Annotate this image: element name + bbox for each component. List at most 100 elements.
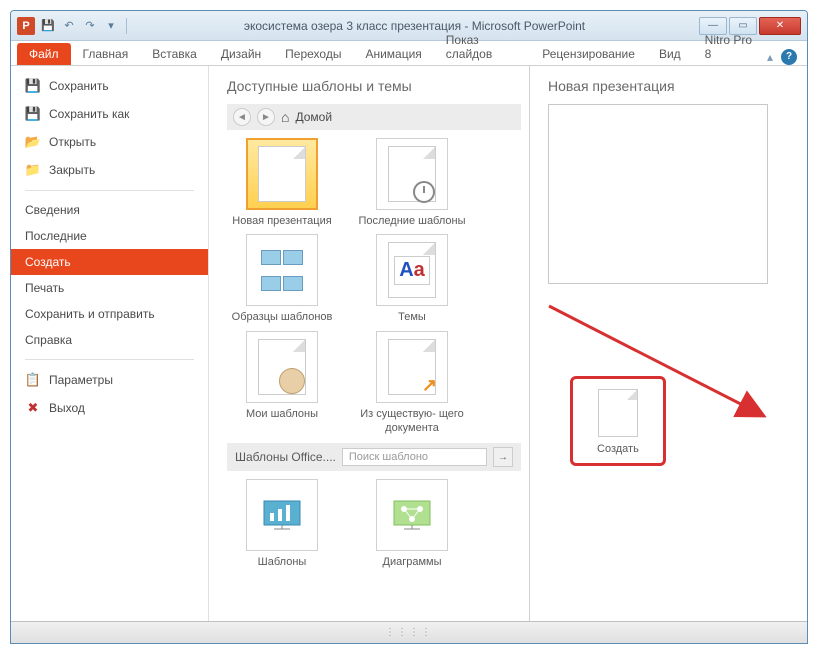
charts-template-icon	[246, 479, 318, 551]
sidebar-item-label: Сведения	[25, 203, 80, 217]
exit-icon: ✖	[25, 400, 41, 416]
title-bar[interactable]: P 💾 ↶ ↷ ▾ экосистема озера 3 класс презе…	[11, 11, 807, 41]
sidebar-item-label: Сохранить как	[49, 107, 129, 121]
template-samples[interactable]: Образцы шаблонов	[227, 234, 337, 324]
sidebar-item-print[interactable]: Печать	[11, 275, 208, 301]
nav-forward-button[interactable]: ►	[257, 108, 275, 126]
sidebar-item-share[interactable]: Сохранить и отправить	[11, 301, 208, 327]
ribbon-minimize-icon[interactable]: ▴	[767, 50, 773, 64]
sidebar-item-label: Печать	[25, 281, 64, 295]
resize-grip-icon[interactable]: ⋮⋮⋮⋮	[385, 627, 433, 638]
office-template-grid: Шаблоны Диаграммы	[227, 479, 521, 569]
save-icon[interactable]: 💾	[39, 17, 57, 35]
sidebar-item-label: Открыть	[49, 135, 96, 149]
powerpoint-window: P 💾 ↶ ↷ ▾ экосистема озера 3 класс презе…	[10, 10, 808, 644]
sidebar-item-saveas[interactable]: 💾 Сохранить как	[11, 100, 208, 128]
tab-nitro[interactable]: Nitro Pro 8	[693, 29, 767, 65]
office-templates-section: Шаблоны Office.... Поиск шаблоно →	[227, 443, 521, 471]
templates-heading: Доступные шаблоны и темы	[227, 78, 521, 94]
template-recent[interactable]: Последние шаблоны	[357, 138, 467, 228]
template-label: Диаграммы	[357, 555, 467, 569]
template-label: Мои шаблоны	[227, 407, 337, 421]
template-blank[interactable]: Новая презентация	[227, 138, 337, 228]
close-file-icon: 📁	[25, 162, 41, 178]
template-label: Шаблоны	[227, 555, 337, 569]
sidebar-item-save[interactable]: 💾 Сохранить	[11, 72, 208, 100]
sidebar-item-options[interactable]: 📋 Параметры	[11, 366, 208, 394]
tab-transitions[interactable]: Переходы	[273, 43, 353, 65]
tab-review[interactable]: Рецензирование	[530, 43, 647, 65]
from-existing-icon: ↗	[376, 331, 448, 403]
options-icon: 📋	[25, 372, 41, 388]
sidebar-item-exit[interactable]: ✖ Выход	[11, 394, 208, 422]
sidebar-item-help[interactable]: Справка	[11, 327, 208, 353]
template-search-input[interactable]: Поиск шаблоно	[342, 448, 487, 466]
tab-home[interactable]: Главная	[71, 43, 141, 65]
template-label: Из существую- щего документа	[357, 407, 467, 436]
sidebar-item-open[interactable]: 📂 Открыть	[11, 128, 208, 156]
sidebar-item-recent[interactable]: Последние	[11, 223, 208, 249]
sidebar-item-info[interactable]: Сведения	[11, 197, 208, 223]
tab-animation[interactable]: Анимация	[353, 43, 433, 65]
sidebar-item-label: Сохранить	[49, 79, 109, 93]
create-button-highlight: Создать	[570, 376, 666, 466]
tab-file[interactable]: Файл	[17, 43, 71, 65]
ribbon-tabs: Файл Главная Вставка Дизайн Переходы Ани…	[11, 41, 807, 66]
recent-templates-icon	[376, 138, 448, 210]
create-button[interactable]: Создать	[597, 389, 639, 455]
sidebar-item-label: Закрыть	[49, 163, 95, 177]
quick-access-toolbar: 💾 ↶ ↷ ▾	[39, 17, 130, 35]
sidebar-item-label: Создать	[25, 255, 71, 269]
sidebar-item-label: Выход	[49, 401, 85, 415]
templates-panel[interactable]: Доступные шаблоны и темы ◄ ► ⌂ Домой Нов…	[209, 66, 529, 621]
save-icon: 💾	[25, 78, 41, 94]
qat-dropdown-icon[interactable]: ▾	[102, 17, 120, 35]
tab-insert[interactable]: Вставка	[140, 43, 209, 65]
preview-panel: Новая презентация Создать	[529, 66, 807, 621]
status-bar: ⋮⋮⋮⋮	[11, 621, 807, 643]
template-label: Образцы шаблонов	[227, 310, 337, 324]
powerpoint-logo-icon: P	[17, 17, 35, 35]
template-nav-bar: ◄ ► ⌂ Домой	[227, 104, 521, 130]
preview-thumbnail	[548, 104, 768, 284]
sidebar-item-close[interactable]: 📁 Закрыть	[11, 156, 208, 184]
nav-back-button[interactable]: ◄	[233, 108, 251, 126]
template-label: Последние шаблоны	[357, 214, 467, 228]
template-existing[interactable]: ↗ Из существую- щего документа	[357, 331, 467, 436]
diagrams-template-icon	[376, 479, 448, 551]
template-label: Темы	[357, 310, 467, 324]
sidebar-item-label: Сохранить и отправить	[25, 307, 155, 321]
undo-icon[interactable]: ↶	[60, 17, 78, 35]
sample-templates-icon	[246, 234, 318, 306]
home-icon[interactable]: ⌂	[281, 109, 289, 125]
blank-presentation-icon	[246, 138, 318, 210]
template-charts[interactable]: Шаблоны	[227, 479, 337, 569]
sidebar-item-new[interactable]: Создать	[11, 249, 208, 275]
backstage-main: Доступные шаблоны и темы ◄ ► ⌂ Домой Нов…	[209, 66, 807, 621]
help-icon[interactable]: ?	[781, 49, 797, 65]
sidebar-item-label: Справка	[25, 333, 72, 347]
template-themes[interactable]: Aa Темы	[357, 234, 467, 324]
template-my[interactable]: Мои шаблоны	[227, 331, 337, 436]
themes-icon: Aa	[376, 234, 448, 306]
open-folder-icon: 📂	[25, 134, 41, 150]
template-label: Новая презентация	[227, 214, 337, 228]
tab-view[interactable]: Вид	[647, 43, 693, 65]
tab-design[interactable]: Дизайн	[209, 43, 273, 65]
sidebar-item-label: Параметры	[49, 373, 113, 387]
backstage-view: 💾 Сохранить 💾 Сохранить как 📂 Открыть 📁 …	[11, 66, 807, 621]
window-title: экосистема озера 3 класс презентация - M…	[130, 19, 699, 33]
my-templates-icon	[246, 331, 318, 403]
section-label: Шаблоны Office....	[235, 450, 336, 464]
sidebar-item-label: Последние	[25, 229, 87, 243]
template-grid: Новая презентация Последние шаблоны	[227, 138, 521, 435]
breadcrumb-home[interactable]: Домой	[295, 110, 332, 124]
tab-slideshow[interactable]: Показ слайдов	[434, 29, 530, 65]
template-diagrams[interactable]: Диаграммы	[357, 479, 467, 569]
document-icon	[598, 389, 638, 437]
backstage-sidebar: 💾 Сохранить 💾 Сохранить как 📂 Открыть 📁 …	[11, 66, 209, 621]
search-go-button[interactable]: →	[493, 447, 513, 467]
redo-icon[interactable]: ↷	[81, 17, 99, 35]
saveas-icon: 💾	[25, 106, 41, 122]
preview-heading: Новая презентация	[548, 78, 789, 94]
